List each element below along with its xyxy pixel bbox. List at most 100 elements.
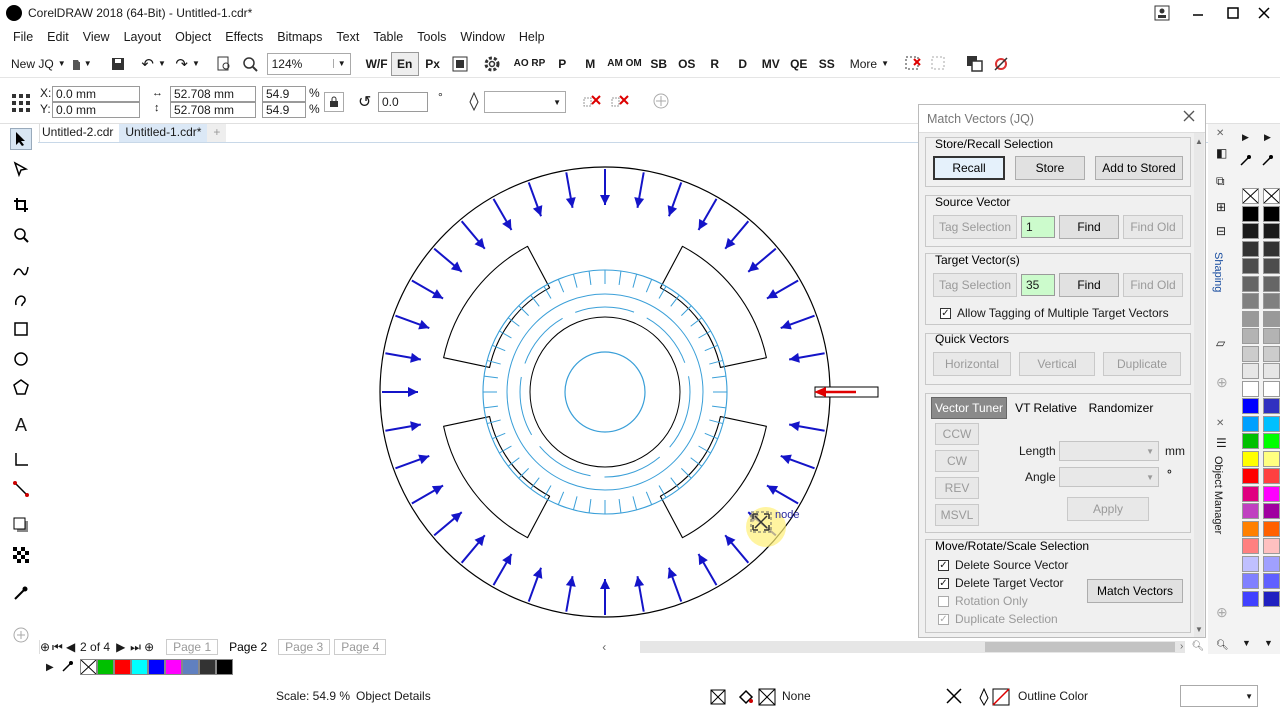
save-icon[interactable]: [105, 52, 131, 76]
palette-eyedropper-a-icon[interactable]: [1240, 154, 1252, 169]
undo-icon[interactable]: ↶ ▼: [141, 52, 167, 76]
menu-text[interactable]: Text: [336, 30, 359, 44]
swatch-blue[interactable]: [148, 659, 165, 675]
status-options-select[interactable]: ▼: [1180, 685, 1258, 707]
pick-tool-icon[interactable]: [10, 128, 32, 150]
dimension-tool-icon[interactable]: [10, 448, 32, 470]
shape-tool-icon[interactable]: [10, 158, 32, 180]
align-icon[interactable]: ⊞: [1216, 200, 1226, 214]
palette-swatch[interactable]: [1263, 293, 1280, 309]
scale-y-field[interactable]: 54.9: [262, 102, 306, 118]
palette-swatch[interactable]: [1242, 328, 1259, 344]
palette-swatch[interactable]: [1263, 345, 1280, 362]
palette-swatch[interactable]: [1242, 538, 1259, 554]
apply-button[interactable]: Apply: [1067, 497, 1149, 521]
palette-swatch[interactable]: [1263, 328, 1280, 344]
match-vectors-button[interactable]: Match Vectors: [1087, 579, 1183, 603]
gear-icon[interactable]: [479, 52, 505, 76]
palette-swatch[interactable]: [1263, 485, 1280, 502]
outline-width-select[interactable]: ▼: [484, 91, 566, 113]
store-button[interactable]: Store: [1015, 156, 1085, 180]
menu-object[interactable]: Object: [175, 30, 211, 44]
fit-frame-icon[interactable]: [447, 52, 473, 76]
connector-tool-icon[interactable]: [10, 478, 32, 500]
doc-tab-untitled-2[interactable]: Untitled-2.cdr: [36, 124, 119, 142]
outline-pen-icon[interactable]: [468, 91, 480, 115]
close-window-button[interactable]: [1246, 0, 1280, 26]
allow-multiple-targets-checkbox[interactable]: ✓: [940, 308, 951, 319]
add-page-icon[interactable]: ⊕: [40, 640, 52, 654]
rev-button[interactable]: REV: [935, 477, 979, 499]
lock-ratio-icon[interactable]: [324, 92, 344, 112]
palette-swatch[interactable]: [1242, 363, 1259, 379]
snap-off-icon[interactable]: [900, 52, 926, 76]
scale-x-field[interactable]: 54.9: [262, 86, 306, 102]
freehand-tool-icon[interactable]: [10, 260, 32, 282]
macro-en-button[interactable]: En: [390, 51, 419, 76]
macro-ss-button[interactable]: SS: [813, 52, 841, 76]
palette-swatch[interactable]: [1242, 555, 1259, 572]
rectangle-tool-icon[interactable]: [10, 318, 32, 340]
add-page-end-icon[interactable]: ⊕: [144, 640, 166, 654]
length-select[interactable]: ▼: [1059, 441, 1159, 461]
palette-swatch[interactable]: [1242, 590, 1259, 607]
macro-amom-button[interactable]: AM OM: [604, 52, 644, 76]
transparency-icon[interactable]: [10, 544, 32, 566]
palette-swatch[interactable]: [1242, 573, 1259, 589]
quick-vertical-button[interactable]: Vertical: [1019, 352, 1095, 376]
swatch-steel[interactable]: [182, 659, 199, 675]
menu-effects[interactable]: Effects: [225, 30, 263, 44]
swatch-green[interactable]: [97, 659, 114, 675]
artistic-media-icon[interactable]: [10, 288, 32, 310]
palette-swatch[interactable]: [1242, 258, 1259, 274]
palette-swatch[interactable]: [1242, 310, 1259, 327]
menu-view[interactable]: View: [83, 30, 110, 44]
strip-close2-icon[interactable]: ✕: [1216, 418, 1224, 429]
palette-swatch[interactable]: [1242, 485, 1259, 502]
menu-bitmaps[interactable]: Bitmaps: [277, 30, 322, 44]
prev-page-icon[interactable]: ◀: [66, 640, 80, 654]
palette-swatch[interactable]: [1242, 415, 1259, 432]
new-document-button[interactable]: New JQ ▼: [8, 52, 69, 76]
recall-button[interactable]: Recall: [933, 156, 1005, 180]
menu-file[interactable]: File: [13, 30, 33, 44]
eyedropper-icon[interactable]: [10, 582, 32, 604]
palette-swatch[interactable]: [1242, 433, 1259, 449]
crop-tool-icon[interactable]: [10, 194, 32, 216]
target-tag-selection-button[interactable]: Tag Selection: [933, 273, 1017, 297]
palette-swatch[interactable]: [1242, 188, 1259, 204]
ellipse-tool-icon[interactable]: [10, 348, 32, 370]
add-tool-icon[interactable]: [10, 624, 32, 646]
shaping-icon[interactable]: ◧: [1216, 146, 1227, 160]
macro-p-button[interactable]: P: [548, 52, 576, 76]
palette-swatch[interactable]: [1242, 468, 1259, 484]
account-icon[interactable]: [1144, 0, 1180, 26]
palette-swatch[interactable]: [1263, 258, 1280, 274]
swatch-cyan[interactable]: [131, 659, 148, 675]
palette-swatch[interactable]: [1263, 450, 1280, 467]
tab-vector-tuner[interactable]: Vector Tuner: [931, 397, 1007, 419]
macro-m-button[interactable]: M: [576, 52, 604, 76]
palette-swatch[interactable]: [1263, 223, 1280, 239]
macro-sb-button[interactable]: SB: [645, 52, 673, 76]
page-tab-2[interactable]: Page 2: [222, 639, 274, 655]
add-preset-icon[interactable]: [652, 92, 670, 113]
next-page-icon[interactable]: ▶: [116, 640, 130, 654]
macro-mv-button[interactable]: MV: [757, 52, 785, 76]
docker-close-icon[interactable]: [1183, 110, 1195, 125]
palette-swatch[interactable]: [1263, 538, 1280, 554]
palette-eyedropper-b-icon[interactable]: [1262, 154, 1274, 169]
palette-swatch[interactable]: [1263, 468, 1280, 484]
menu-help[interactable]: Help: [519, 30, 545, 44]
strip-close-icon[interactable]: ✕: [1216, 128, 1224, 139]
source-find-old-button[interactable]: Find Old: [1123, 215, 1183, 239]
palette-swatch[interactable]: [1242, 398, 1259, 414]
snap-grid-icon[interactable]: [926, 52, 952, 76]
ccw-button[interactable]: CCW: [935, 423, 979, 445]
macro-wf-button[interactable]: W/F: [363, 52, 391, 76]
quick-duplicate-button[interactable]: Duplicate: [1103, 352, 1181, 376]
palette-expand-icon[interactable]: ▶: [46, 662, 62, 673]
macro-d-button[interactable]: D: [729, 52, 757, 76]
menu-table[interactable]: Table: [373, 30, 403, 44]
horizontal-scrollbar-thumb[interactable]: [985, 642, 1175, 652]
